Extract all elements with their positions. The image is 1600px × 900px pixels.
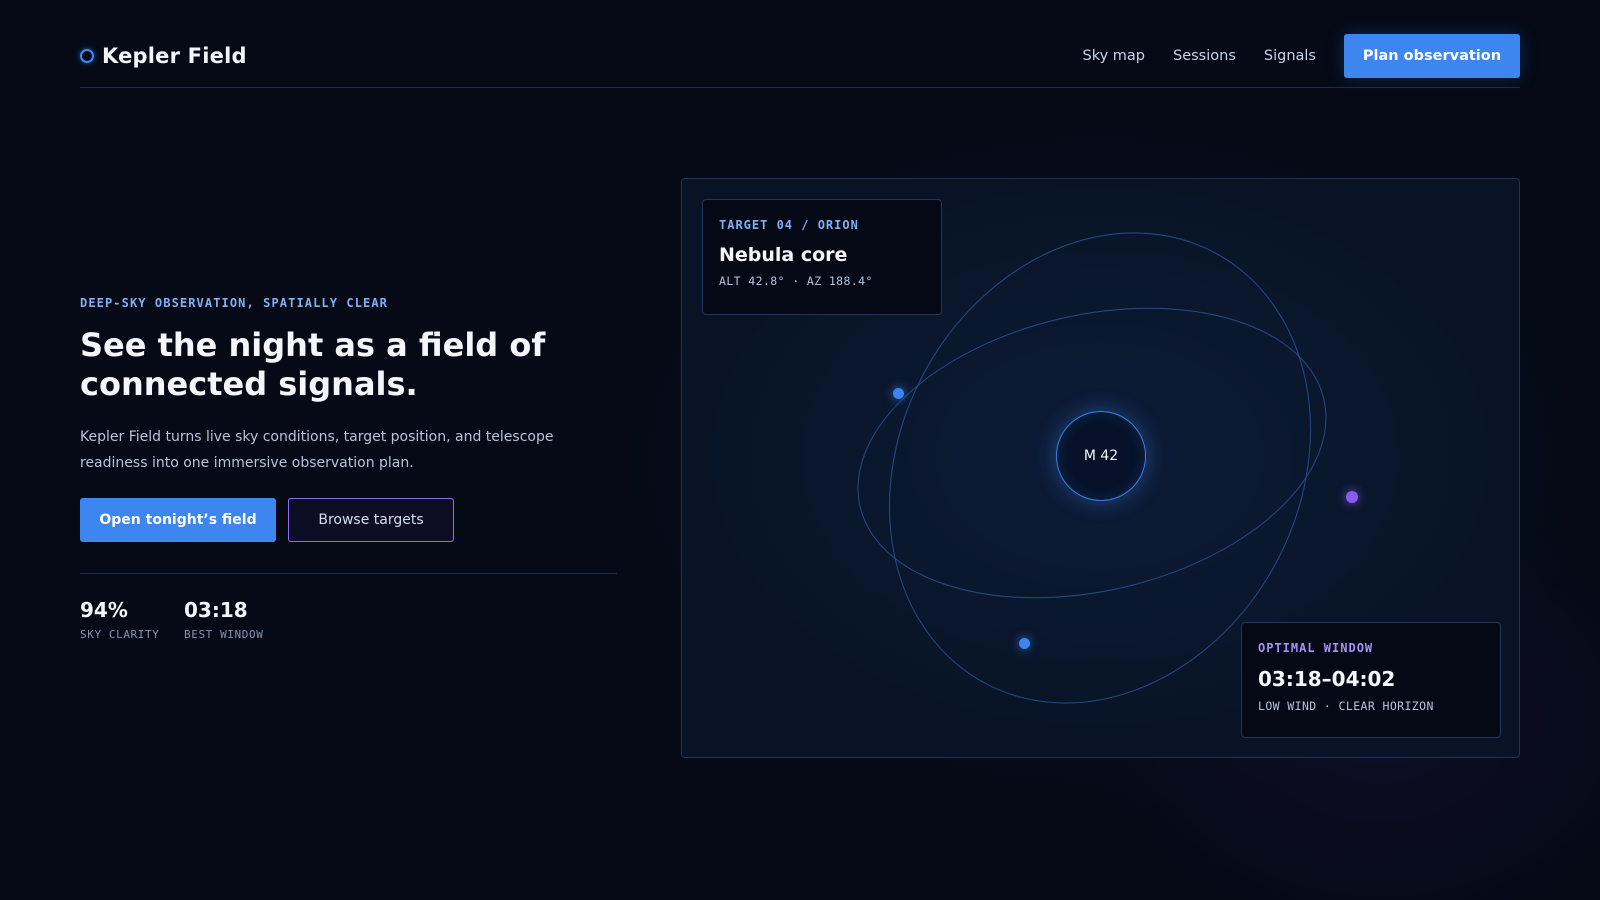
plan-observation-button[interactable]: Plan observation [1344,34,1520,78]
stat-best-window: 03:18 BEST WINDOW [184,598,263,641]
window-card-eyebrow: OPTIMAL WINDOW [1258,641,1374,655]
signal-dot-blue[interactable] [1019,638,1030,649]
nav-link-sky-map[interactable]: Sky map [1083,48,1146,64]
window-card-note: LOW WIND · CLEAR HORIZON [1258,699,1434,713]
site-header: Kepler Field Sky map Sessions Signals Pl… [80,34,1520,88]
target-card-coords: ALT 42.8° · AZ 188.4° [719,274,873,288]
nav-link-signals[interactable]: Signals [1264,48,1316,64]
main-nav: Sky map Sessions Signals Plan observatio… [1083,34,1520,78]
brand[interactable]: Kepler Field [80,44,247,68]
hero-eyebrow: DEEP-SKY OBSERVATION, SPATIALLY CLEAR [80,296,389,310]
brand-name: Kepler Field [102,44,247,68]
open-tonights-field-button[interactable]: Open tonight’s field [80,498,276,542]
hero-divider [80,573,617,574]
hero-lede: Kepler Field turns live sky conditions, … [80,429,554,471]
signal-dot-purple[interactable] [1346,491,1358,503]
stat-label: BEST WINDOW [184,628,264,641]
stat-label: SKY CLARITY [80,628,160,641]
nav-link-sessions[interactable]: Sessions [1173,48,1236,64]
hero-headline: See the night as a field of connected si… [80,326,546,403]
target-card-title: Nebula core [719,244,848,266]
signal-dot-blue[interactable] [893,388,904,399]
stat-value: 03:18 [184,598,248,622]
sky-field-panel: M 42 TARGET 04 / ORION Nebula core ALT 4… [681,178,1520,758]
window-card-time: 03:18–04:02 [1258,667,1396,691]
orbit-ring-icon [80,49,94,63]
browse-targets-button[interactable]: Browse targets [288,498,454,542]
target-card-eyebrow: TARGET 04 / ORION [719,218,859,232]
target-m42-node[interactable]: M 42 [1056,411,1146,501]
target-card[interactable]: TARGET 04 / ORION Nebula core ALT 42.8° … [702,199,942,315]
optimal-window-card[interactable]: OPTIMAL WINDOW 03:18–04:02 LOW WIND · CL… [1241,622,1501,738]
stat-value: 94% [80,598,128,622]
stat-sky-clarity: 94% SKY CLARITY [80,598,159,641]
